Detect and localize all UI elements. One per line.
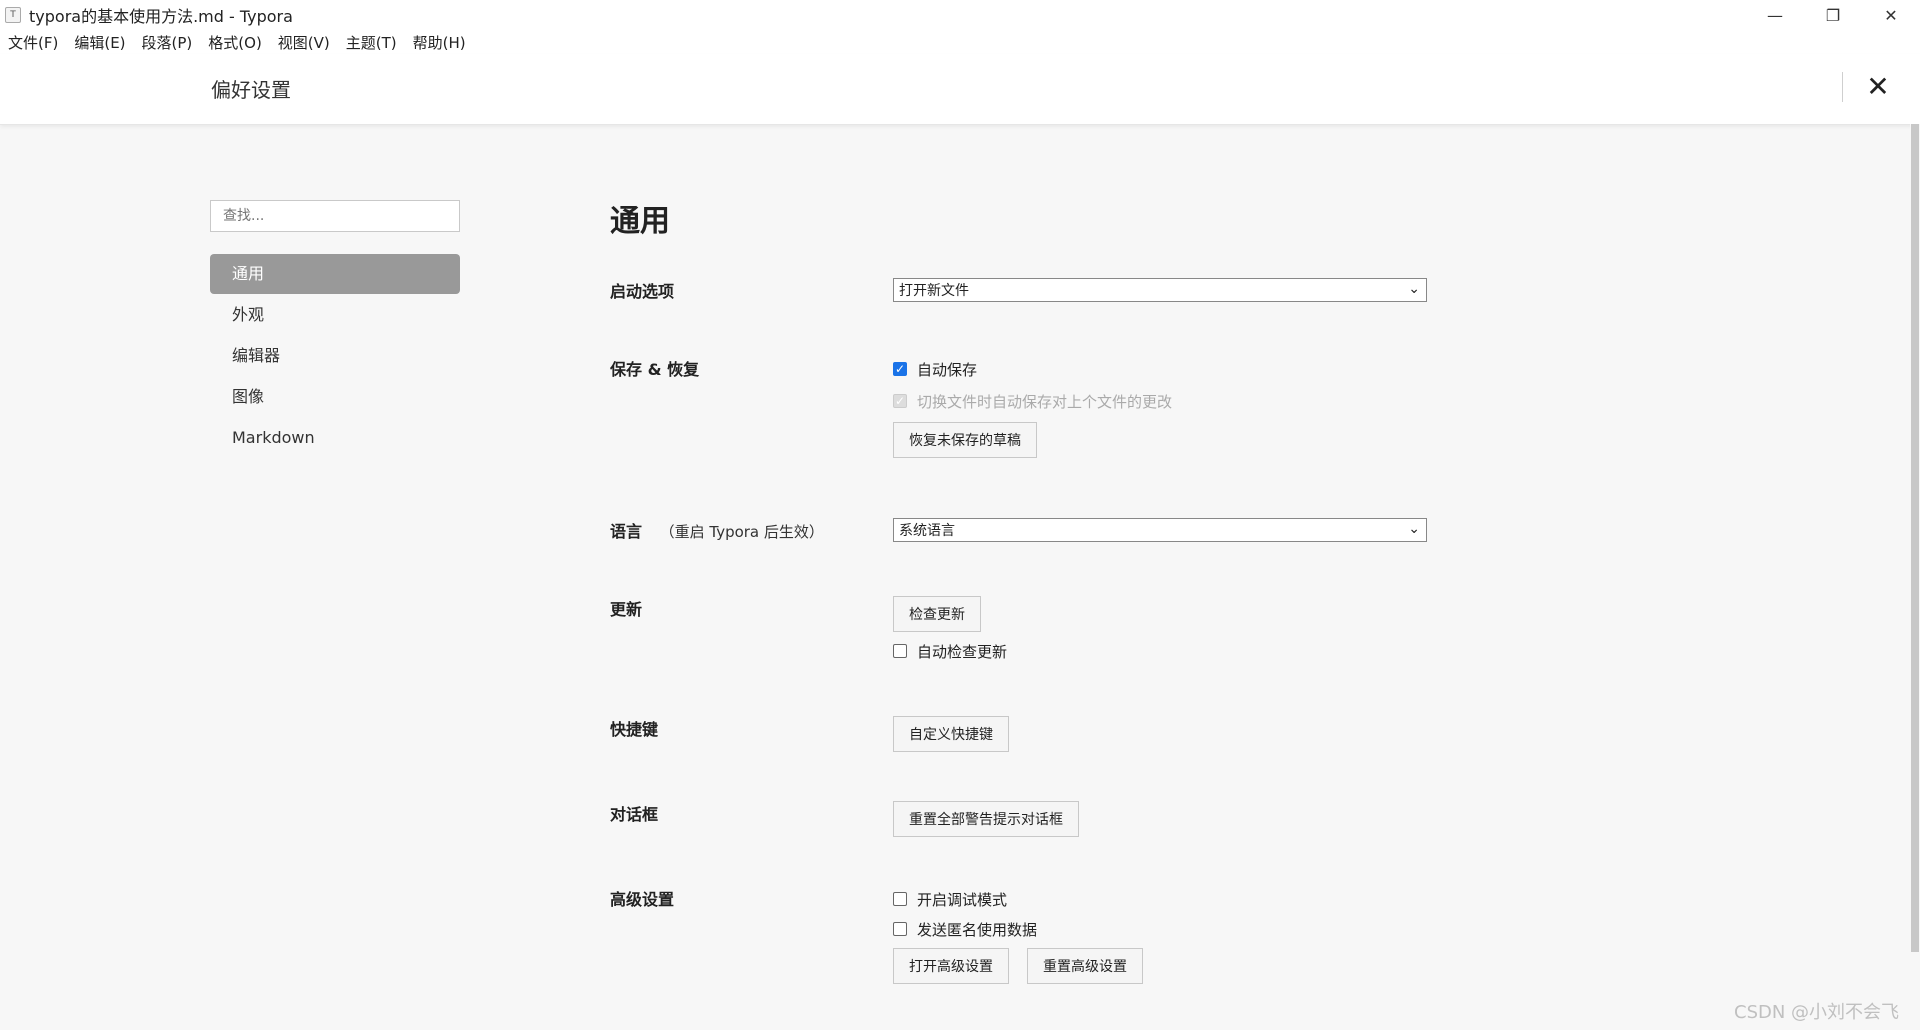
csdn-watermark: CSDN @小刘不会飞 [1734, 1002, 1900, 1023]
debug-mode-label: 开启调试模式 [917, 890, 1008, 909]
anonymous-data-option[interactable]: 发送匿名使用数据 [893, 916, 1493, 942]
custom-shortcuts-button[interactable]: 自定义快捷键 [893, 716, 1009, 752]
autosave-option[interactable]: ✓ 自动保存 [893, 356, 1493, 382]
restore-button[interactable]: ❐ [1804, 0, 1862, 30]
sidebar-item-markdown[interactable]: Markdown [210, 418, 460, 458]
sidebar-item-image[interactable]: 图像 [210, 377, 460, 417]
autosave-checkbox[interactable]: ✓ [893, 362, 907, 376]
typora-app-icon: T [5, 7, 21, 23]
language-label: 语言 （重启 Typora 后生效） [610, 518, 824, 542]
menu-format[interactable]: 格式(O) [208, 32, 262, 53]
sidebar-item-general[interactable]: 通用 [210, 254, 460, 294]
chevron-down-icon: ⌄ [1408, 281, 1420, 297]
sidebar-nav: 通用 外观 编辑器 图像 Markdown [210, 254, 460, 458]
chevron-down-icon: ⌄ [1408, 521, 1420, 537]
check-update-button[interactable]: 检查更新 [893, 596, 981, 632]
auto-check-option[interactable]: 自动检查更新 [893, 638, 1493, 664]
anonymous-data-checkbox[interactable] [893, 922, 907, 936]
menu-file[interactable]: 文件(F) [8, 32, 58, 53]
auto-check-checkbox[interactable] [893, 644, 907, 658]
switch-save-option: ✓ 切换文件时自动保存对上个文件的更改 [893, 388, 1493, 414]
preferences-header: 偏好设置 ✕ [0, 54, 1920, 125]
language-note: （重启 Typora 后生效） [659, 523, 824, 541]
switch-save-label: 切换文件时自动保存对上个文件的更改 [917, 392, 1173, 411]
switch-save-checkbox: ✓ [893, 394, 907, 408]
sidebar-item-appearance[interactable]: 外观 [210, 295, 460, 335]
menu-paragraph[interactable]: 段落(P) [142, 32, 193, 53]
restore-icon: ❐ [1825, 5, 1841, 25]
autosave-label: 自动保存 [917, 360, 978, 379]
minimize-button[interactable]: — [1746, 0, 1804, 30]
advanced-label: 高级设置 [610, 890, 675, 909]
restore-drafts-button[interactable]: 恢复未保存的草稿 [893, 422, 1037, 458]
update-label: 更新 [610, 600, 643, 619]
section-title: 通用 [610, 204, 670, 239]
scrollbar-thumb[interactable] [1911, 124, 1919, 952]
preferences-sidebar: 通用 外观 编辑器 图像 Markdown [210, 200, 460, 459]
page-title: 偏好设置 [211, 78, 291, 102]
debug-mode-checkbox[interactable] [893, 892, 907, 906]
shortcuts-label: 快捷键 [610, 720, 659, 739]
menu-view[interactable]: 视图(V) [278, 32, 330, 53]
reset-dialogs-button[interactable]: 重置全部警告提示对话框 [893, 801, 1079, 837]
search-input[interactable] [210, 200, 460, 232]
debug-mode-option[interactable]: 开启调试模式 [893, 886, 1493, 912]
language-select-value: 系统语言 [899, 523, 955, 539]
save-restore-label: 保存 & 恢复 [610, 360, 700, 379]
open-advanced-button[interactable]: 打开高级设置 [893, 948, 1009, 984]
window-controls: — ❐ ✕ [1746, 0, 1920, 30]
menu-theme[interactable]: 主题(T) [346, 32, 397, 53]
close-icon: ✕ [1866, 69, 1890, 103]
minimize-icon: — [1767, 5, 1783, 25]
window-title: typora的基本使用方法.md - Typora [29, 7, 293, 26]
startup-select[interactable]: 打开新文件 ⌄ [893, 278, 1427, 302]
window-titlebar: T typora的基本使用方法.md - Typora — ❐ ✕ [0, 0, 1920, 30]
dialogs-label: 对话框 [610, 805, 659, 824]
language-label-text: 语言 [610, 522, 643, 541]
startup-select-value: 打开新文件 [899, 283, 969, 299]
sidebar-item-editor[interactable]: 编辑器 [210, 336, 460, 376]
language-select[interactable]: 系统语言 ⌄ [893, 518, 1427, 542]
close-window-button[interactable]: ✕ [1862, 0, 1920, 30]
reset-advanced-button[interactable]: 重置高级设置 [1027, 948, 1143, 984]
close-preferences-button[interactable]: ✕ [1862, 69, 1894, 103]
menu-help[interactable]: 帮助(H) [413, 32, 466, 53]
startup-label: 启动选项 [610, 282, 675, 301]
menu-bar: 文件(F) 编辑(E) 段落(P) 格式(O) 视图(V) 主题(T) 帮助(H… [0, 30, 1920, 54]
auto-check-label: 自动检查更新 [917, 642, 1008, 661]
anonymous-data-label: 发送匿名使用数据 [917, 920, 1038, 939]
menu-edit[interactable]: 编辑(E) [74, 32, 125, 53]
header-divider [1842, 72, 1843, 102]
close-icon: ✕ [1884, 5, 1898, 25]
